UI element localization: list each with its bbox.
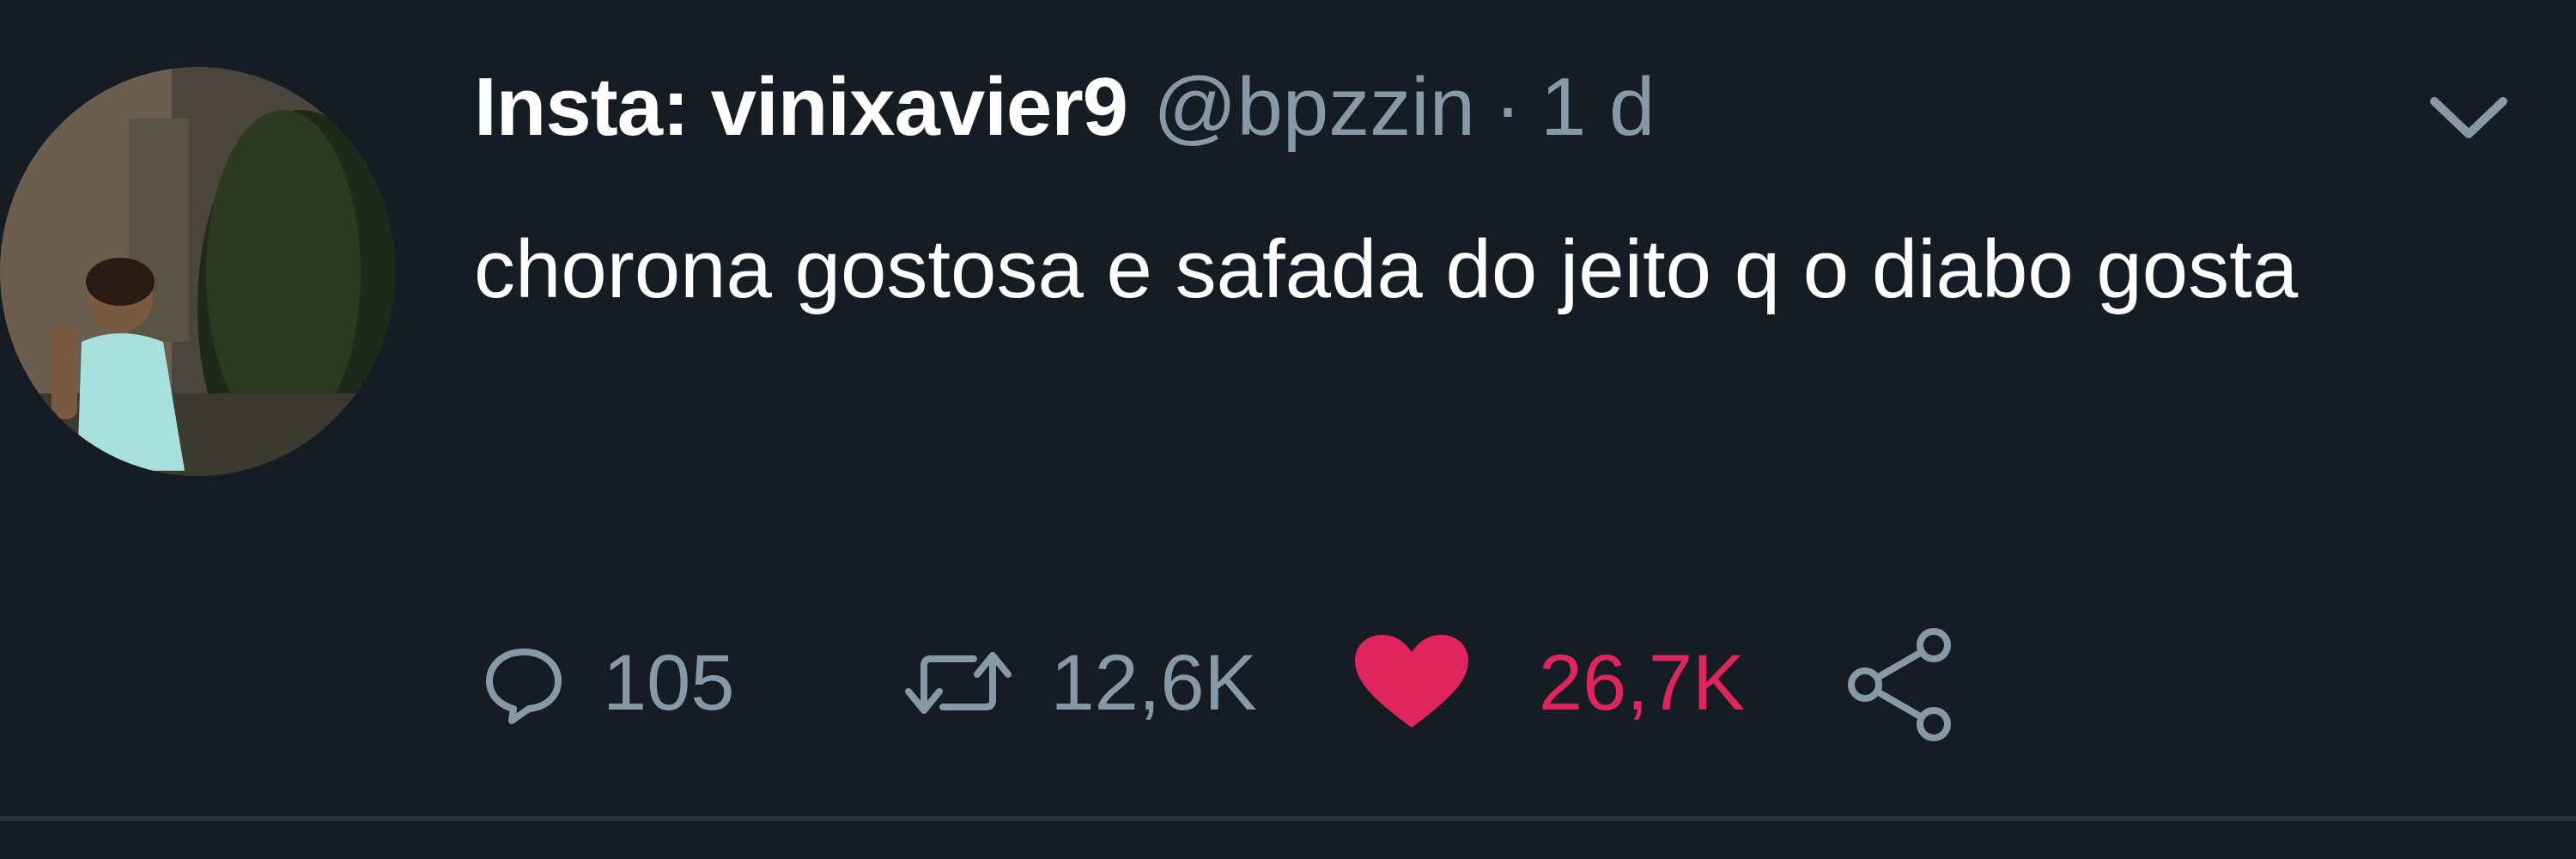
tweet-divider <box>0 816 2576 821</box>
display-name[interactable]: Insta: vinixavier9 <box>474 60 1128 155</box>
heart-icon <box>1352 631 1472 734</box>
separator-dot: · <box>1494 61 1522 153</box>
like-count: 26,7K <box>1538 638 1746 727</box>
reply-button[interactable]: 105 <box>481 638 898 728</box>
timestamp[interactable]: 1 d <box>1540 60 1655 155</box>
tweet-card[interactable]: Insta: vinixavier9 @bpzzin · 1 d chorona… <box>0 0 2576 859</box>
tweet-actions: 105 12,6K 26,7K <box>481 618 1959 747</box>
like-button[interactable]: 26,7K <box>1352 631 1839 734</box>
retweet-icon <box>898 640 1018 726</box>
chevron-down-icon[interactable] <box>2421 86 2516 155</box>
share-icon <box>1839 623 1959 743</box>
user-handle[interactable]: @bpzzin <box>1153 60 1475 155</box>
retweet-button[interactable]: 12,6K <box>898 638 1352 728</box>
tweet-text: chorona gostosa e safada do jeito q o di… <box>474 223 2299 315</box>
user-avatar[interactable] <box>0 67 395 476</box>
reply-count: 105 <box>603 638 735 727</box>
tweet-header: Insta: vinixavier9 @bpzzin · 1 d <box>474 60 1655 180</box>
retweet-count: 12,6K <box>1050 638 1257 727</box>
reply-icon <box>481 640 567 726</box>
share-button[interactable] <box>1839 623 1959 743</box>
